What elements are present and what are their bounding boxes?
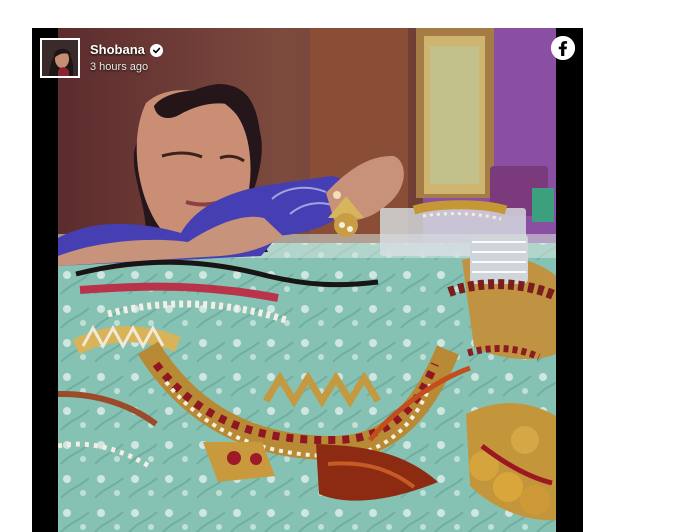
author-row: Shobana — [90, 42, 163, 58]
social-post-embed[interactable]: Shobana 3 hours ago — [32, 28, 583, 532]
page: Shobana 3 hours ago — [0, 0, 673, 532]
post-header: Shobana 3 hours ago — [40, 36, 163, 80]
profile-photo-icon — [42, 40, 78, 76]
post-timestamp[interactable]: 3 hours ago — [90, 60, 163, 74]
facebook-icon[interactable] — [551, 36, 575, 60]
author-name[interactable]: Shobana — [90, 42, 145, 58]
verified-badge-icon — [149, 43, 163, 57]
jewellery-photo-illustration — [58, 28, 556, 532]
post-meta: Shobana 3 hours ago — [90, 42, 163, 74]
avatar[interactable] — [40, 38, 80, 78]
facebook-logo-icon — [551, 36, 575, 60]
post-photo[interactable] — [58, 28, 556, 532]
